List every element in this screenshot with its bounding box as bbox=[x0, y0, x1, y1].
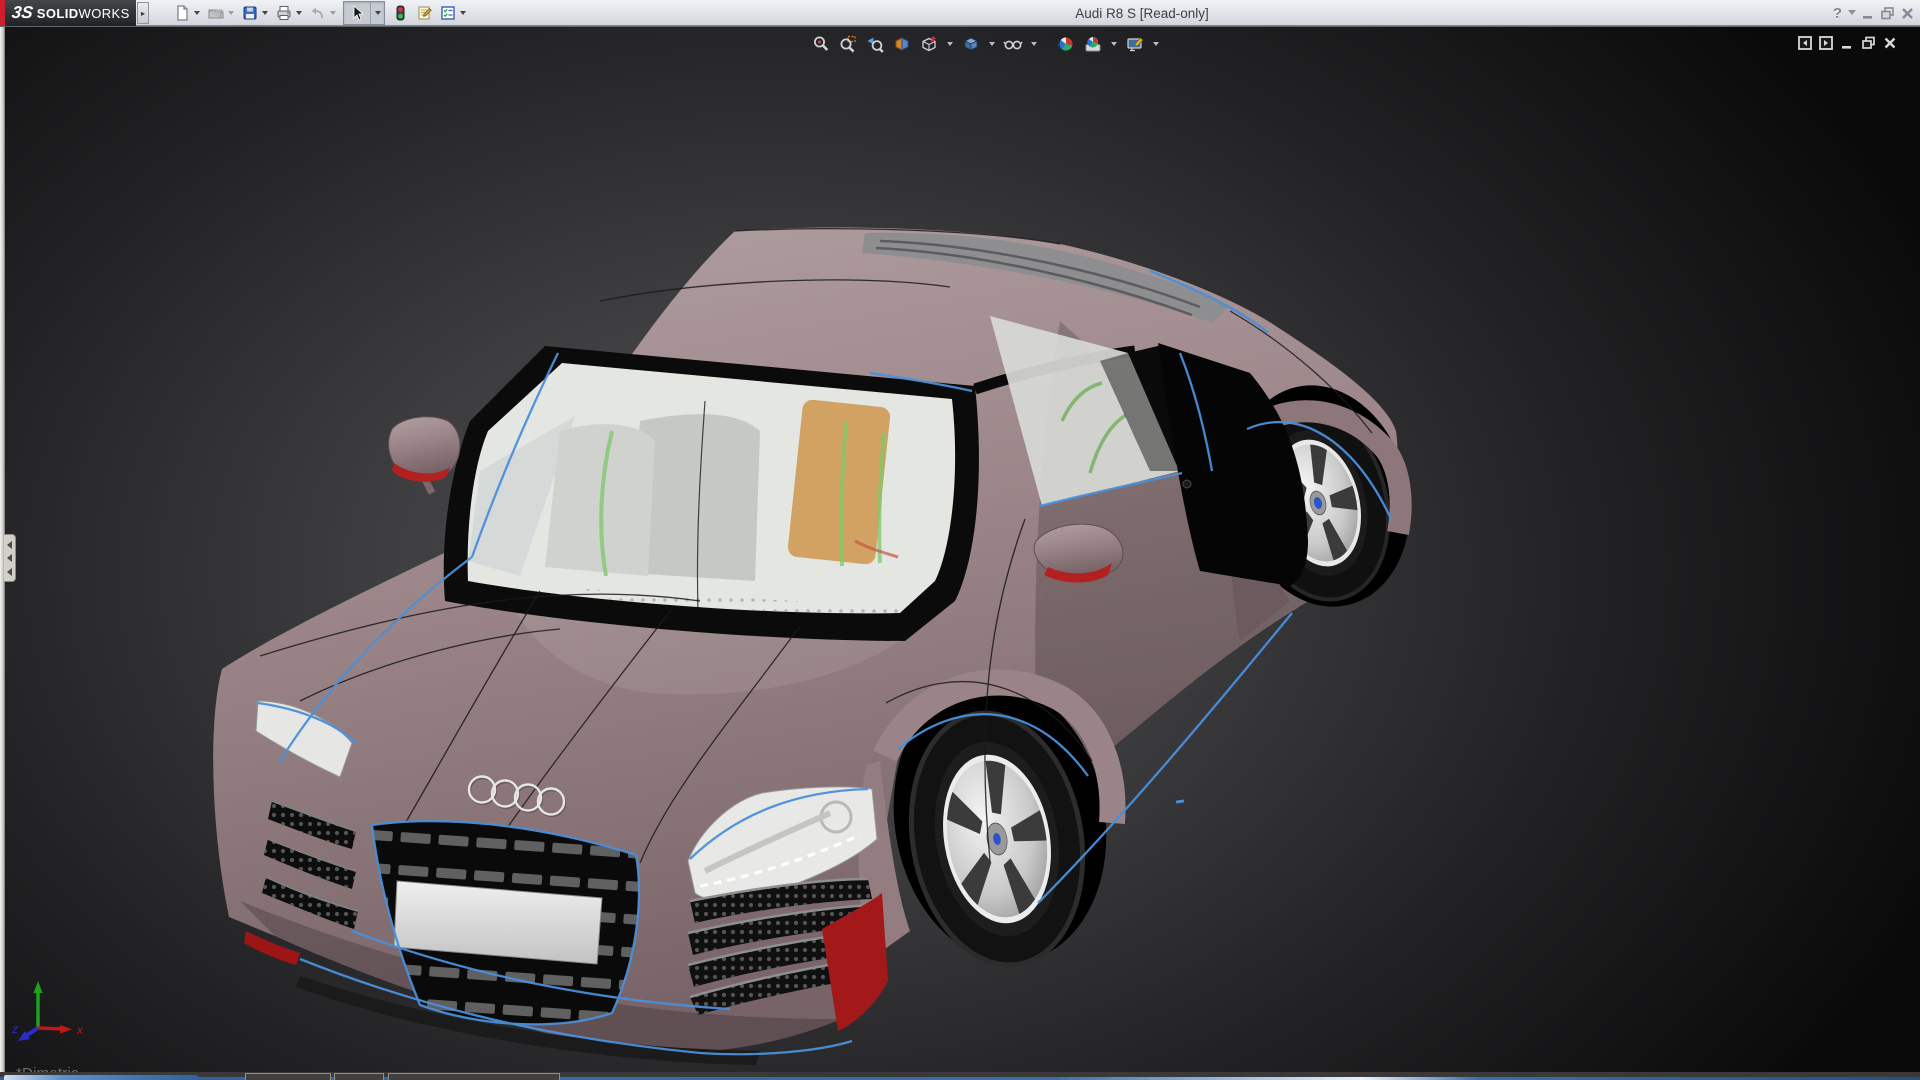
color-ball-icon bbox=[1057, 35, 1075, 53]
minimize-button[interactable] bbox=[1862, 7, 1875, 20]
monitor-pencil-icon bbox=[1126, 35, 1144, 53]
x-axis-label: x bbox=[76, 1023, 84, 1037]
pane-left-icon[interactable] bbox=[1798, 36, 1812, 50]
collapse-arrow-icon bbox=[7, 568, 12, 576]
logo-wordmark: SOLIDWORKS bbox=[37, 6, 130, 21]
left-mirror bbox=[389, 417, 460, 493]
apply-scene-caret[interactable] bbox=[1111, 42, 1117, 46]
taskbar-button-top[interactable] bbox=[334, 1073, 384, 1080]
hide-show-caret[interactable] bbox=[1031, 42, 1037, 46]
save-button[interactable] bbox=[238, 2, 262, 24]
solidworks-logo: 3S SOLIDWORKS bbox=[0, 0, 136, 26]
zoom-to-fit-button[interactable] bbox=[810, 34, 832, 54]
undo-arrow-icon bbox=[310, 5, 326, 21]
os-taskbar-edge bbox=[0, 1072, 1920, 1080]
select-dropdown[interactable] bbox=[370, 2, 384, 24]
section-view-button[interactable] bbox=[891, 34, 913, 54]
zoom-to-area-button[interactable] bbox=[837, 34, 859, 54]
edit-appearance-button[interactable] bbox=[1055, 34, 1077, 54]
new-document-button[interactable] bbox=[170, 2, 194, 24]
help-button[interactable]: ? bbox=[1833, 5, 1842, 22]
print-dropdown-caret[interactable] bbox=[296, 11, 302, 15]
doc-restore-button[interactable] bbox=[1861, 36, 1876, 50]
magnifier-area-icon bbox=[839, 35, 857, 53]
car-model-audi-r8[interactable] bbox=[0, 26, 1920, 1072]
open-button[interactable] bbox=[204, 2, 228, 24]
options-checklist-icon bbox=[440, 5, 456, 21]
scene-ball-icon bbox=[1084, 35, 1102, 53]
options-dropdown-caret[interactable] bbox=[460, 11, 466, 15]
undo-dropdown-caret[interactable] bbox=[330, 11, 336, 15]
shaded-cube-icon bbox=[962, 35, 980, 53]
options-button[interactable] bbox=[436, 2, 460, 24]
logo-red-accent bbox=[0, 0, 5, 26]
restore-button[interactable] bbox=[1881, 7, 1895, 20]
collapse-arrow-icon bbox=[7, 554, 12, 562]
x-axis-arrow bbox=[60, 1025, 72, 1034]
z-axis-label: z bbox=[11, 1022, 18, 1036]
orientation-triad[interactable]: x z bbox=[8, 973, 118, 1072]
display-style-caret[interactable] bbox=[989, 42, 995, 46]
view-settings-button[interactable] bbox=[1124, 34, 1146, 54]
select-cursor-icon bbox=[349, 5, 365, 21]
view-orientation-caret[interactable] bbox=[947, 42, 953, 46]
document-window-controls bbox=[1798, 36, 1897, 50]
eyeglasses-icon bbox=[1003, 35, 1023, 53]
close-button[interactable] bbox=[1901, 7, 1914, 20]
magnifier-back-icon bbox=[866, 35, 884, 53]
logo-3s-glyph: 3S bbox=[11, 3, 35, 23]
select-tool-group bbox=[343, 1, 385, 25]
y-axis-arrow bbox=[34, 981, 43, 993]
previous-view-button[interactable] bbox=[864, 34, 886, 54]
magnifier-fit-icon bbox=[812, 35, 830, 53]
doc-close-button[interactable] bbox=[1883, 36, 1897, 50]
door-handle-button bbox=[1183, 480, 1191, 488]
new-dropdown-caret[interactable] bbox=[194, 11, 200, 15]
undo-button[interactable] bbox=[306, 2, 330, 24]
toolbar-flyout-button[interactable]: ▸ bbox=[137, 2, 149, 24]
document-title: Audi R8 S [Read-only] bbox=[1075, 6, 1209, 21]
graphics-viewport[interactable]: x z *Dimetric bbox=[0, 26, 1920, 1072]
doc-minimize-button[interactable] bbox=[1840, 36, 1854, 50]
heads-up-view-toolbar bbox=[810, 34, 1161, 54]
hide-show-items-button[interactable] bbox=[1002, 34, 1024, 54]
print-button[interactable] bbox=[272, 2, 296, 24]
section-cut-icon bbox=[893, 35, 911, 53]
note-pencil-icon bbox=[416, 5, 432, 21]
save-floppy-icon bbox=[242, 5, 258, 21]
open-folder-icon bbox=[208, 5, 224, 21]
collapse-arrow-icon bbox=[7, 541, 12, 549]
apply-scene-button[interactable] bbox=[1082, 34, 1104, 54]
file-properties-button[interactable] bbox=[412, 2, 436, 24]
view-orientation-label: *Dimetric bbox=[16, 1065, 79, 1072]
sketch-point-mark bbox=[1176, 799, 1184, 803]
view-settings-caret[interactable] bbox=[1153, 42, 1159, 46]
main-toolbar bbox=[170, 2, 470, 24]
traffic-light-icon bbox=[392, 5, 408, 21]
view-orientation-button[interactable] bbox=[918, 34, 940, 54]
panel-splitter-handle[interactable] bbox=[4, 534, 16, 582]
titlebar: 3S SOLIDWORKS ▸ bbox=[0, 0, 1920, 26]
solidworks-app: 3S SOLIDWORKS ▸ bbox=[0, 0, 1920, 1080]
rebuild-button[interactable] bbox=[388, 2, 412, 24]
select-button[interactable] bbox=[344, 2, 370, 24]
help-dropdown-caret[interactable] bbox=[1848, 10, 1856, 16]
new-document-icon bbox=[174, 5, 190, 21]
taskbar-button-top[interactable] bbox=[388, 1073, 560, 1080]
taskbar-active-button-top[interactable] bbox=[4, 1075, 198, 1080]
save-dropdown-caret[interactable] bbox=[262, 11, 268, 15]
open-dropdown-caret[interactable] bbox=[228, 11, 234, 15]
print-icon bbox=[276, 5, 292, 21]
taskbar-button-top[interactable] bbox=[245, 1073, 331, 1080]
pane-right-icon[interactable] bbox=[1819, 36, 1833, 50]
view-cube-arrow-icon bbox=[920, 35, 938, 53]
app-window-controls: ? bbox=[1833, 0, 1914, 26]
display-style-button[interactable] bbox=[960, 34, 982, 54]
